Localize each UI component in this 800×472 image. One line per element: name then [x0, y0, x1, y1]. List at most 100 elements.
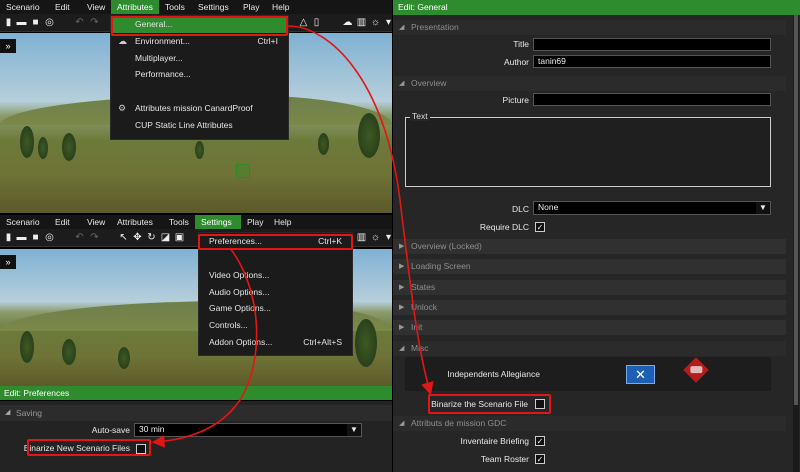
weather-icon[interactable]: ☁	[342, 17, 353, 28]
text-area[interactable]	[405, 117, 771, 187]
area-icon[interactable]: ▣	[174, 232, 185, 243]
section-init[interactable]: ▶ Init	[393, 320, 786, 335]
translate-icon[interactable]: ✥	[132, 232, 143, 243]
inventaire-label: Inventaire Briefing	[460, 436, 529, 446]
autosave-dropdown[interactable]: 30 min ▼	[134, 423, 362, 437]
save-icon[interactable]: ■	[30, 232, 41, 243]
section-states[interactable]: ▶ States	[393, 280, 786, 295]
menu-item-addon-options[interactable]: Addon Options... Ctrl+Alt+S	[199, 334, 352, 351]
team-roster-checkbox[interactable]: ✓	[535, 454, 545, 464]
menu-item-performance[interactable]: Performance...	[111, 66, 288, 83]
section-presentation[interactable]: ◢ Presentation	[393, 20, 786, 35]
menu-help[interactable]: Help	[266, 0, 296, 14]
independents-label: Independents Allegiance	[447, 369, 540, 379]
menu-attributes[interactable]: Attributes	[111, 215, 163, 229]
menu-item-label: Multiplayer...	[135, 52, 183, 63]
title-field[interactable]	[533, 38, 771, 51]
require-dlc-checkbox[interactable]: ✓	[535, 222, 545, 232]
menu-edit[interactable]: Edit	[49, 0, 81, 14]
expand-triangle-icon: ▶	[399, 304, 405, 311]
redo-icon[interactable]: ↷	[89, 232, 100, 243]
menu-settings[interactable]: Settings	[192, 0, 237, 14]
menu-item-cup-static-line[interactable]: CUP Static Line Attributes	[111, 117, 288, 134]
menu-separator	[199, 250, 352, 267]
rotate-icon[interactable]: ↻	[146, 232, 157, 243]
lamp-icon[interactable]: ▾	[383, 232, 392, 243]
grid-icon[interactable]: △	[298, 17, 309, 28]
publish-icon[interactable]: ◎	[44, 17, 55, 28]
new-file-icon[interactable]: ▮	[3, 232, 14, 243]
menu-scenario[interactable]: Scenario	[0, 215, 49, 229]
menu-item-game-options[interactable]: Game Options...	[199, 300, 352, 317]
save-icon[interactable]: ■	[30, 17, 41, 28]
top-menubar: Scenario Edit View Attributes Tools Sett…	[0, 0, 392, 14]
open-folder-icon[interactable]: ▬	[16, 17, 27, 28]
section-loading-screen[interactable]: ▶ Loading Screen	[393, 259, 786, 274]
author-field[interactable]: tanin69	[533, 55, 771, 68]
picture-field[interactable]	[533, 93, 771, 106]
dlc-dropdown[interactable]: None ▼	[533, 201, 771, 215]
section-overview-locked[interactable]: ▶ Overview (Locked)	[393, 239, 786, 254]
independents-allegiance-area: Independents Allegiance ✕	[405, 357, 771, 391]
menu-scenario[interactable]: Scenario	[0, 0, 49, 14]
menu-help[interactable]: Help	[268, 215, 298, 229]
menu-tools[interactable]: Tools	[159, 0, 192, 14]
menu-play[interactable]: Play	[237, 0, 266, 14]
scale-icon[interactable]: ◪	[160, 232, 171, 243]
section-saving[interactable]: ◢ Saving	[0, 405, 392, 421]
section-overview[interactable]: ◢ Overview	[393, 76, 786, 91]
select-cursor-icon[interactable]: ↖	[118, 232, 129, 243]
tree	[20, 331, 34, 363]
menu-item-attributes-mission-canardproof[interactable]: ⚙ Attributes mission CanardProof	[111, 100, 288, 117]
redo-icon[interactable]: ↷	[89, 17, 100, 28]
sun-icon[interactable]: ☼	[370, 17, 381, 28]
new-file-icon[interactable]: ▮	[3, 17, 14, 28]
inventaire-checkbox[interactable]: ✓	[535, 436, 545, 446]
section-gdc[interactable]: ◢ Attributs de mission GDC	[393, 416, 786, 431]
dlc-value: None	[538, 202, 559, 212]
scrollbar[interactable]	[793, 15, 799, 472]
map-icon[interactable]: ▥	[356, 17, 367, 28]
highlight-general	[111, 16, 288, 36]
blufor-flag-icon[interactable]: ✕	[626, 365, 655, 384]
expand-sidebar-button[interactable]: »	[0, 39, 16, 53]
scrollbar-thumb[interactable]	[794, 15, 798, 405]
require-dlc-label: Require DLC	[479, 222, 529, 232]
menu-item-label: CUP Static Line Attributes	[135, 119, 233, 130]
menu-play[interactable]: Play	[241, 215, 268, 229]
menu-view[interactable]: View	[81, 215, 111, 229]
menu-item-multiplayer[interactable]: Multiplayer...	[111, 50, 288, 67]
sun-icon[interactable]: ☼	[370, 232, 381, 243]
autosave-label: Auto-save	[91, 425, 130, 435]
menu-shortcut: Ctrl+Alt+S	[303, 336, 342, 347]
open-folder-icon[interactable]: ▬	[16, 232, 27, 243]
menu-attributes[interactable]: Attributes	[111, 0, 159, 14]
menu-tools[interactable]: Tools	[163, 215, 195, 229]
tree	[195, 141, 204, 159]
undo-icon[interactable]: ↶	[74, 17, 85, 28]
section-label: Presentation	[411, 22, 459, 32]
menu-item-video-options[interactable]: Video Options...	[199, 267, 352, 284]
section-unlock[interactable]: ▶ Unlock	[393, 300, 786, 315]
menu-settings[interactable]: Settings	[195, 215, 241, 229]
menu-item-controls[interactable]: Controls...	[199, 317, 352, 334]
expand-sidebar-button[interactable]: »	[0, 255, 16, 269]
section-misc[interactable]: ◢ Misc	[393, 341, 786, 356]
menu-item-label: Environment...	[135, 35, 190, 46]
undo-icon[interactable]: ↶	[74, 232, 85, 243]
menu-view[interactable]: View	[81, 0, 111, 14]
lamp-icon[interactable]: ▾	[383, 17, 392, 28]
menu-edit[interactable]: Edit	[49, 215, 81, 229]
tree	[62, 339, 76, 365]
general-title: Edit: General	[393, 0, 800, 15]
publish-icon[interactable]: ◎	[44, 232, 55, 243]
selection-marker[interactable]	[236, 164, 250, 178]
text-label: Text	[410, 111, 430, 121]
bottom-editor-window: Scenario Edit View Attributes Tools Sett…	[0, 215, 392, 472]
section-label: Unlock	[411, 302, 437, 312]
menu-item-audio-options[interactable]: Audio Options...	[199, 284, 352, 301]
tree	[20, 126, 34, 158]
layers-icon[interactable]: ▯	[311, 17, 322, 28]
map-icon[interactable]: ▥	[356, 232, 367, 243]
independent-faction-icon[interactable]	[683, 357, 709, 383]
